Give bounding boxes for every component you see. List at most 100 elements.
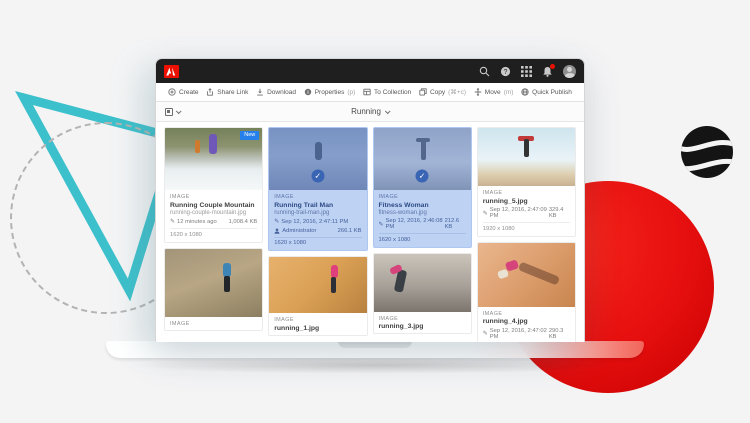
adobe-logo-icon[interactable] xyxy=(164,65,179,78)
selected-check-icon[interactable]: ✓ xyxy=(416,170,429,183)
asset-filename: fitness-woman.jpg xyxy=(379,210,466,216)
view-switcher[interactable] xyxy=(165,108,180,116)
thumbnail-image xyxy=(478,243,575,307)
download-button[interactable]: Download xyxy=(256,88,296,96)
grid-column: IMAGE running_5.jpg ✎Sep 12, 2016, 2:47:… xyxy=(477,127,576,342)
asset-author: Administrator xyxy=(282,228,316,234)
thumbnail-image: ✓ xyxy=(269,128,366,190)
globe-icon xyxy=(521,88,529,96)
thumbnail-image xyxy=(269,257,366,313)
asset-title: running_4.jpg xyxy=(483,318,570,325)
user-avatar[interactable] xyxy=(563,65,576,78)
edit-icon: ✎ xyxy=(170,218,175,225)
share-icon xyxy=(206,88,214,96)
notification-badge xyxy=(550,64,555,69)
asset-title: running_3.jpg xyxy=(379,323,466,330)
asset-title: Running Trail Man xyxy=(274,202,361,209)
asset-card-fitness-woman[interactable]: ✓ IMAGE Fitness Woman fitness-woman.jpg … xyxy=(373,127,472,248)
edit-icon: ✎ xyxy=(274,218,279,225)
info-icon xyxy=(304,88,312,96)
asset-card-running-3[interactable]: IMAGE running_3.jpg xyxy=(373,253,472,335)
laptop-shadow xyxy=(128,356,628,374)
asset-type-label: IMAGE xyxy=(483,311,570,317)
asset-modified: 12 minutes ago xyxy=(177,219,217,225)
thumbnail-image xyxy=(478,128,575,186)
thumbnail-image xyxy=(374,254,471,312)
move-icon xyxy=(474,88,482,96)
asset-title: Running Couple Mountain xyxy=(170,202,257,209)
brand-mark-logo xyxy=(679,124,735,180)
edit-icon: ✎ xyxy=(483,210,488,217)
thumbnail-image: ✓ xyxy=(374,128,471,190)
asset-size: 329.4 KB xyxy=(549,207,570,219)
properties-button[interactable]: Properties (p) xyxy=(304,88,356,96)
asset-size: 266.1 KB xyxy=(338,228,362,234)
chevron-down-icon xyxy=(176,108,182,114)
notifications-bell[interactable] xyxy=(542,66,553,77)
create-icon xyxy=(168,88,176,96)
asset-modified: Sep 12, 2016, 2:47:11 PM xyxy=(281,219,348,225)
asset-title: running_1.jpg xyxy=(274,325,361,332)
asset-dimensions: 1620 x 1080 xyxy=(274,240,361,247)
view-header: Running xyxy=(156,102,584,122)
asset-card-running-1[interactable]: IMAGE running_1.jpg xyxy=(268,256,367,336)
asset-dimensions: 1620 x 1080 xyxy=(170,232,257,239)
share-link-button[interactable]: Share Link xyxy=(206,88,248,96)
download-icon xyxy=(256,88,264,96)
app-grid-icon[interactable] xyxy=(521,66,532,77)
aem-assets-window: ? Create Share Link Download Properties … xyxy=(155,58,585,342)
asset-modified: Sep 12, 2016, 2:47:09 PM xyxy=(490,207,549,219)
asset-grid: New IMAGE Running Couple Mountain runnin… xyxy=(156,122,584,342)
copy-icon xyxy=(419,88,427,96)
create-button[interactable]: Create xyxy=(168,88,199,96)
asset-type-label: IMAGE xyxy=(379,316,466,322)
asset-card-running-trail-man[interactable]: ✓ IMAGE Running Trail Man running-trail-… xyxy=(268,127,367,251)
asset-card-running-couple-mountain[interactable]: New IMAGE Running Couple Mountain runnin… xyxy=(164,127,263,243)
edit-icon: ✎ xyxy=(483,330,488,337)
copy-button[interactable]: Copy (⌘+c) xyxy=(419,88,466,96)
asset-card-running-4[interactable]: IMAGE running_4.jpg ✎Sep 12, 2016, 2:47:… xyxy=(477,242,576,343)
asset-size: 212.6 KB xyxy=(445,218,466,230)
quick-publish-button[interactable]: Quick Publish xyxy=(521,88,572,96)
grid-column: ✓ IMAGE Fitness Woman fitness-woman.jpg … xyxy=(373,127,472,334)
collection-icon xyxy=(363,88,371,96)
to-collection-button[interactable]: To Collection xyxy=(363,88,411,96)
asset-card-running-5[interactable]: IMAGE running_5.jpg ✎Sep 12, 2016, 2:47:… xyxy=(477,127,576,237)
selected-check-icon[interactable]: ✓ xyxy=(311,170,324,183)
user-icon xyxy=(274,228,280,234)
asset-type-label: IMAGE xyxy=(379,194,466,200)
asset-dimensions: 1920 x 1080 xyxy=(483,226,570,233)
search-icon[interactable] xyxy=(479,66,490,77)
asset-card[interactable]: IMAGE xyxy=(164,248,263,331)
thumbnail-image xyxy=(165,249,262,317)
move-button[interactable]: Move (m) xyxy=(474,88,514,96)
asset-modified: Sep 12, 2016, 2:46:08 PM xyxy=(386,218,445,230)
thumbnail-image: New xyxy=(165,128,262,190)
new-badge: New xyxy=(240,131,259,140)
asset-dimensions: 1620 x 1080 xyxy=(379,237,466,244)
asset-size: 1,008.4 KB xyxy=(229,219,258,225)
asset-title: running_5.jpg xyxy=(483,198,570,205)
help-icon[interactable]: ? xyxy=(500,66,511,77)
asset-title: Fitness Woman xyxy=(379,202,466,209)
asset-type-label: IMAGE xyxy=(170,321,257,327)
laptop-base xyxy=(106,341,644,358)
asset-action-toolbar: Create Share Link Download Properties (p… xyxy=(156,83,584,102)
asset-type-label: IMAGE xyxy=(483,190,570,196)
asset-filename: running-couple-mountain.jpg xyxy=(170,210,257,216)
svg-text:?: ? xyxy=(504,69,508,76)
chevron-down-icon xyxy=(385,108,391,114)
grid-column: New IMAGE Running Couple Mountain runnin… xyxy=(164,127,263,331)
laptop-notch xyxy=(338,341,412,348)
card-view-icon xyxy=(165,108,173,116)
edit-icon: ✎ xyxy=(379,221,384,228)
asset-type-label: IMAGE xyxy=(274,317,361,323)
collection-title-dropdown[interactable]: Running xyxy=(351,107,389,116)
asset-size: 290.3 KB xyxy=(549,328,570,340)
grid-column: ✓ IMAGE Running Trail Man running-trail-… xyxy=(268,127,367,336)
asset-type-label: IMAGE xyxy=(274,194,361,200)
app-topbar: ? xyxy=(156,59,584,83)
asset-type-label: IMAGE xyxy=(170,194,257,200)
asset-filename: running-trail-man.jpg xyxy=(274,210,361,216)
asset-modified: Sep 12, 2016, 2:47:02 PM xyxy=(490,328,549,340)
